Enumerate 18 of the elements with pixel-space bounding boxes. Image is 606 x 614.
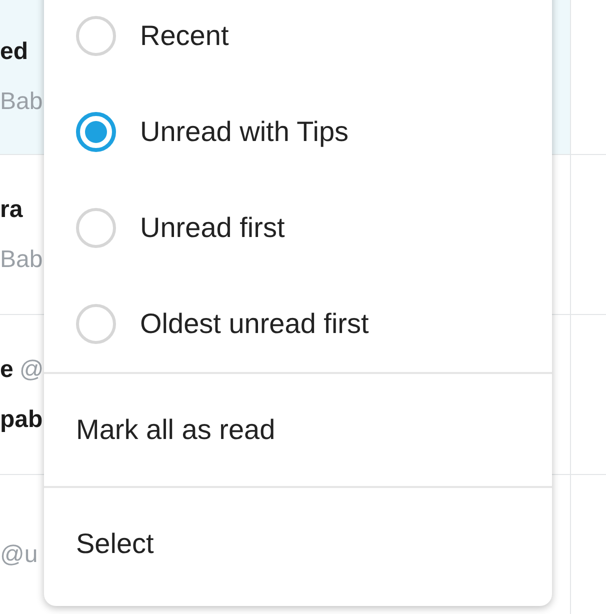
sort-option[interactable]: Recent <box>44 0 552 84</box>
handle-text: Bab <box>0 246 43 274</box>
handle-text: @u <box>0 540 38 568</box>
radio-button[interactable] <box>76 112 116 152</box>
sender-name: ed <box>0 38 28 66</box>
sender-name: ra <box>0 196 23 224</box>
message-preview: pab <box>0 406 43 434</box>
handle-text: Bab <box>0 88 43 116</box>
sort-option[interactable]: Oldest unread first <box>44 276 552 372</box>
menu-action[interactable]: Select <box>44 488 552 600</box>
radio-button[interactable] <box>76 208 116 248</box>
menu-action[interactable]: Mark all as read <box>44 374 552 486</box>
radio-button[interactable] <box>76 16 116 56</box>
sort-option[interactable]: Unread first <box>44 180 552 276</box>
sort-option[interactable]: Unread with Tips <box>44 84 552 180</box>
radio-button[interactable] <box>76 304 116 344</box>
sender-name: e <box>0 356 14 384</box>
handle-text: @ <box>19 356 44 384</box>
